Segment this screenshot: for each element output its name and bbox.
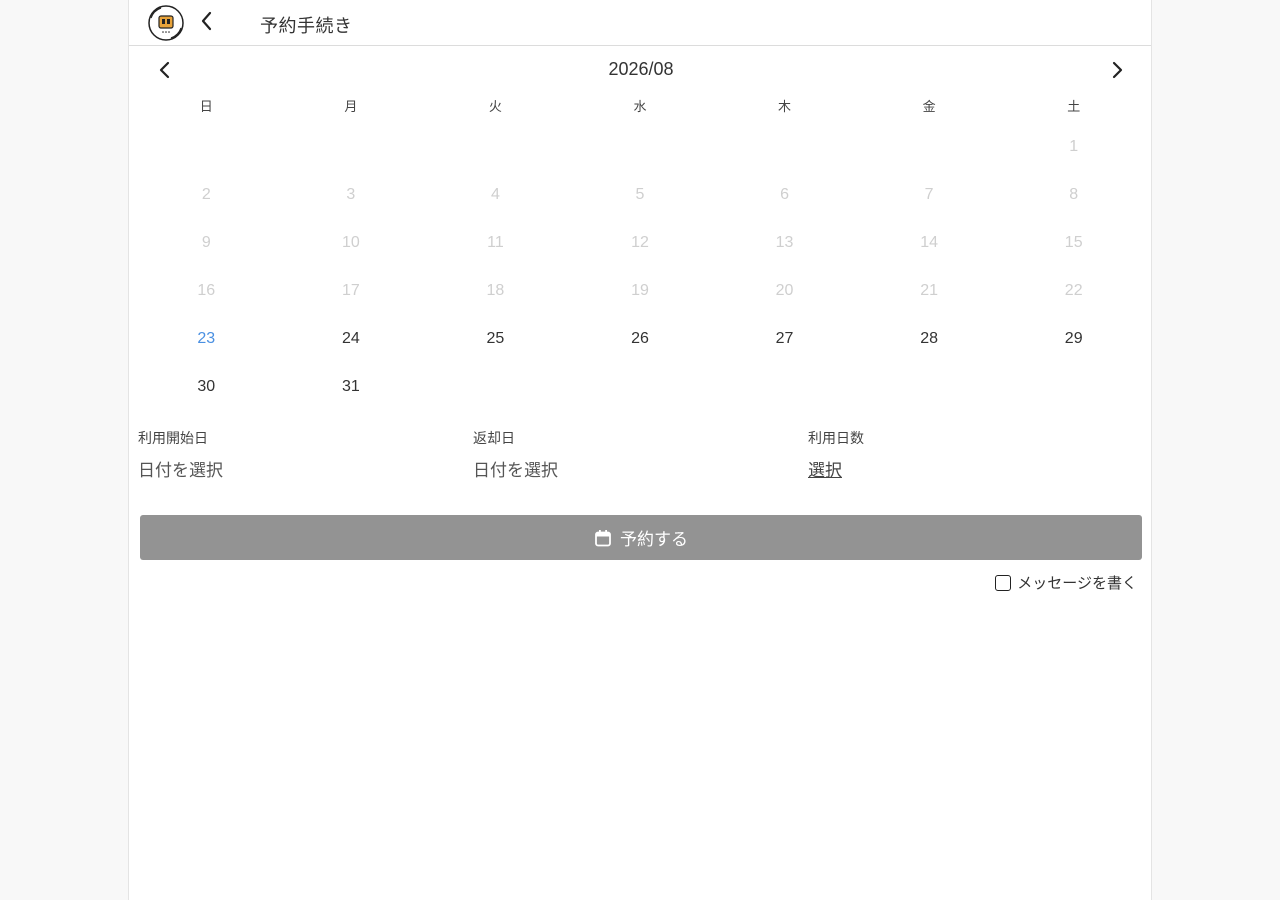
calendar-day: 11 xyxy=(487,234,504,251)
calendar-empty-cell xyxy=(712,363,857,411)
calendar-day[interactable]: 28 xyxy=(857,315,1002,363)
calendar-empty-cell xyxy=(423,123,568,171)
weekday-label: 日 xyxy=(199,99,213,114)
calendar-empty-cell xyxy=(279,123,424,171)
booking-page: 予約手続き 2026/08 日 月 火 水 木 金 土 1 2 3 4 5 6 7 8 9 10 1… xyxy=(128,0,1152,900)
shop-logo-icon[interactable] xyxy=(147,4,185,42)
calendar-empty-cell xyxy=(568,123,713,171)
calendar-day: 4 xyxy=(490,186,500,203)
calendar-day[interactable]: 26 xyxy=(568,315,713,363)
calendar-day: 17 xyxy=(341,282,360,299)
calendar-day: 18 xyxy=(486,282,505,299)
calendar-empty-cell xyxy=(134,123,279,171)
calendar-day: 5 xyxy=(635,186,645,203)
calendar-day: 21 xyxy=(920,282,939,299)
month-label: 2026/08 xyxy=(608,59,674,79)
weekday-label: 金 xyxy=(922,99,936,114)
back-button[interactable] xyxy=(197,9,217,33)
calendar-day: 15 xyxy=(1064,234,1083,251)
calendar-week-row: 30 31 xyxy=(134,363,1146,411)
page-title: 予約手続き xyxy=(260,16,353,36)
calendar-day: 7 xyxy=(924,186,934,203)
start-date-value[interactable]: 日付を選択 xyxy=(138,456,473,481)
calendar-week-row: 23 24 25 26 27 28 29 xyxy=(134,315,1146,363)
calendar-day: 16 xyxy=(197,282,216,299)
chevron-left-icon xyxy=(201,11,212,31)
calendar-empty-cell xyxy=(1001,363,1146,411)
calendar-day[interactable]: 29 xyxy=(1001,315,1146,363)
usage-days-select-link[interactable]: 選択 xyxy=(808,456,842,481)
weekday-label: 月 xyxy=(344,99,358,114)
weekday-label: 火 xyxy=(488,99,502,114)
calendar-icon xyxy=(594,529,612,547)
calendar-empty-cell xyxy=(568,363,713,411)
calendar-day[interactable]: 31 xyxy=(279,363,424,411)
usage-days-field: 利用日数 選択 xyxy=(808,428,1144,481)
calendar-week-row: 16 17 18 19 20 21 22 xyxy=(134,267,1146,315)
message-checkbox[interactable] xyxy=(995,574,1012,591)
calendar-day: 22 xyxy=(1064,282,1083,299)
calendar-week-row: 9 10 11 12 13 14 15 xyxy=(134,219,1146,267)
calendar-day: 1 xyxy=(1069,138,1079,155)
calendar-day: 14 xyxy=(920,234,939,251)
calendar-empty-cell xyxy=(423,363,568,411)
write-message-toggle[interactable]: メッセージを書く xyxy=(995,572,1137,593)
return-date-label: 返却日 xyxy=(473,430,515,446)
calendar-week-row: 2 3 4 5 6 7 8 xyxy=(134,171,1146,219)
calendar-day: 8 xyxy=(1069,186,1079,203)
calendar-day: 3 xyxy=(346,186,356,203)
calendar-day: 20 xyxy=(775,282,794,299)
calendar-day: 2 xyxy=(201,186,211,203)
calendar-day[interactable]: 24 xyxy=(279,315,424,363)
calendar-empty-cell xyxy=(857,123,1002,171)
calendar-day[interactable]: 30 xyxy=(134,363,279,411)
calendar-week-row: 1 xyxy=(134,123,1146,171)
calendar-day[interactable]: 25 xyxy=(423,315,568,363)
weekday-label: 水 xyxy=(633,99,647,114)
write-message-label: メッセージを書く xyxy=(1017,575,1137,592)
chevron-right-icon xyxy=(1112,61,1123,79)
weekday-label: 土 xyxy=(1067,99,1081,114)
calendar-empty-cell xyxy=(712,123,857,171)
next-month-button[interactable] xyxy=(1105,58,1129,82)
header-bar: 予約手続き xyxy=(129,0,1151,46)
reserve-button-label: 予約する xyxy=(620,530,688,549)
booking-summary: 利用開始日 日付を選択 返却日 日付を選択 利用日数 選択 xyxy=(138,428,1144,481)
start-date-label: 利用開始日 xyxy=(138,430,208,446)
reserve-button[interactable]: 予約する xyxy=(140,515,1142,560)
calendar-day[interactable]: 27 xyxy=(712,315,857,363)
calendar-day: 19 xyxy=(631,282,649,299)
calendar-day: 6 xyxy=(780,186,790,203)
calendar-day: 10 xyxy=(341,234,360,251)
calendar-day: 12 xyxy=(631,234,649,251)
calendar-day: 9 xyxy=(201,234,211,251)
calendar-empty-cell xyxy=(857,363,1002,411)
return-date-field[interactable]: 返却日 日付を選択 xyxy=(473,428,808,481)
return-date-value[interactable]: 日付を選択 xyxy=(473,456,808,481)
weekday-header: 日 月 火 水 木 金 土 xyxy=(134,96,1146,114)
calendar-day[interactable]: 23 xyxy=(134,315,279,363)
usage-days-label: 利用日数 xyxy=(808,430,864,446)
weekday-label: 木 xyxy=(778,99,792,114)
start-date-field[interactable]: 利用開始日 日付を選択 xyxy=(138,428,473,481)
calendar-day: 13 xyxy=(775,234,794,251)
